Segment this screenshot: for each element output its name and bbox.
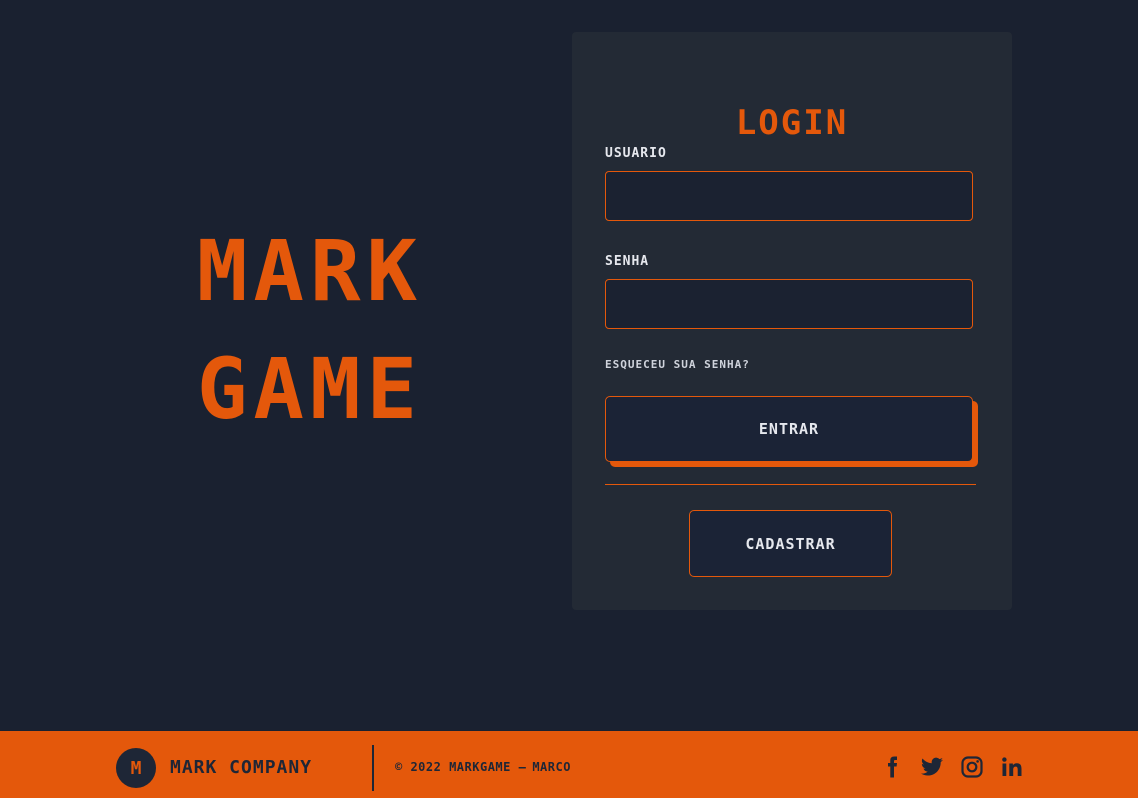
register-button[interactable]: CADASTRAR (689, 510, 892, 577)
divider (605, 484, 976, 485)
login-title: LOGIN (735, 103, 849, 143)
username-label: USUARIO (605, 146, 667, 161)
username-input[interactable] (605, 171, 973, 221)
company-name: MARK COMPANY (170, 757, 313, 778)
copyright-text: © 2022 MARKGAME – (395, 760, 527, 774)
brand-title: MARK GAME (155, 212, 465, 448)
brand-title-line2: GAME (196, 340, 424, 438)
facebook-icon[interactable] (880, 755, 904, 779)
copyright: © 2022 MARKGAME – MARCO (395, 760, 571, 774)
login-card: LOGIN USUARIO SENHA ESQUECEU SUA SENHA? … (572, 32, 1012, 610)
password-label: SENHA (605, 254, 650, 269)
instagram-icon[interactable] (960, 755, 984, 779)
linkedin-icon[interactable] (1000, 755, 1024, 779)
forgot-password-link[interactable]: ESQUECEU SUA SENHA? (605, 358, 750, 371)
brand-title-line1: MARK (196, 222, 424, 320)
company-logo[interactable]: M (116, 748, 156, 788)
enter-button[interactable]: ENTRAR (605, 396, 973, 462)
footer-separator (372, 745, 374, 791)
twitter-icon[interactable] (920, 755, 944, 779)
social-links (880, 755, 1024, 779)
password-input[interactable] (605, 279, 973, 329)
author-name: MARCO (532, 760, 571, 774)
company-logo-letter: M (130, 757, 142, 779)
footer: M MARK COMPANY © 2022 MARKGAME – MARCO (0, 731, 1138, 798)
